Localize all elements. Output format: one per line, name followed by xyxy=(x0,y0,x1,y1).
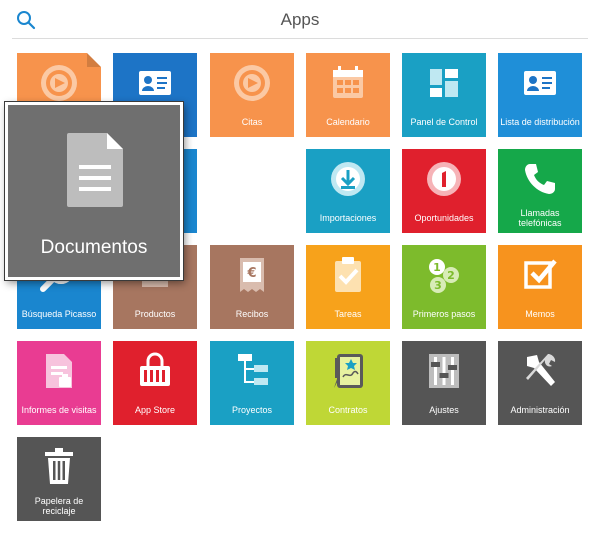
app-tile-label: Ajustes xyxy=(429,405,459,415)
checkbox-icon xyxy=(524,259,557,289)
clipboard-icon xyxy=(335,257,361,292)
app-tile-label: Citas xyxy=(241,117,263,127)
app-tile-memos[interactable]: Memos xyxy=(498,245,582,329)
app-tile-ajustes[interactable]: Ajustes xyxy=(402,341,486,425)
app-tile-label: Lista de distribución xyxy=(500,117,580,127)
app-tile-label: Informes de visitas xyxy=(21,405,97,415)
svg-text:2: 2 xyxy=(447,269,455,282)
app-tile-app-store[interactable]: App Store xyxy=(113,341,197,425)
svg-text:€: € xyxy=(246,266,256,281)
contact-card-icon xyxy=(139,71,171,95)
app-tile-label: App Store xyxy=(134,405,176,415)
app-tile-contratos[interactable]: Contratos xyxy=(306,341,390,425)
app-tile-papelera-de-reciclaje[interactable]: Papelera de reciclaje xyxy=(17,437,101,521)
app-tile-label: Memos xyxy=(525,309,555,319)
app-tile-recibos[interactable]: € Recibos xyxy=(210,245,294,329)
app-tile-label: Calendario xyxy=(326,117,370,127)
dashboard-icon xyxy=(430,69,458,97)
overlay-label: Documentos xyxy=(40,237,148,258)
report-icon xyxy=(46,354,72,388)
svg-text:3: 3 xyxy=(434,279,442,292)
app-tile-administracion[interactable]: Administración xyxy=(498,341,582,425)
hierarchy-icon xyxy=(238,354,268,385)
contact-card-icon xyxy=(524,71,556,95)
phone-icon xyxy=(525,164,555,194)
app-tile-documentos-hover[interactable]: Documentos xyxy=(5,102,183,280)
svg-text:1: 1 xyxy=(433,261,441,274)
app-tile-citas[interactable]: Citas xyxy=(210,53,294,137)
calendar-icon xyxy=(333,66,363,98)
app-tile-panel-de-control[interactable]: Panel de Control xyxy=(402,53,486,137)
page-fold xyxy=(87,53,101,67)
disc-icon xyxy=(234,65,270,101)
app-tile-importaciones[interactable]: Importaciones xyxy=(306,149,390,233)
disc-icon xyxy=(41,65,77,101)
app-tile-label: Recibos xyxy=(235,309,269,319)
sliders-icon xyxy=(429,354,459,388)
app-tile-label: Importaciones xyxy=(319,213,377,223)
app-tile-label: Administración xyxy=(510,405,570,415)
app-tile-primeros-pasos[interactable]: 1 2 3 Primeros pasos xyxy=(402,245,486,329)
store-icon xyxy=(140,352,170,386)
app-tile-label: Proyectos xyxy=(231,405,273,415)
app-tile-label: Papelera de reciclaje xyxy=(34,496,84,516)
receipt-icon: € xyxy=(240,258,264,292)
steps-icon: 123 xyxy=(429,259,459,293)
app-tile-label: Búsqueda Picasso xyxy=(21,309,97,319)
app-tile-proyectos[interactable]: Proyectos xyxy=(210,341,294,425)
app-tile-label: Llamadas telefónicas xyxy=(518,208,562,228)
app-tile-llamadas-telefonicas[interactable]: Llamadas telefónicas xyxy=(498,149,582,233)
document-icon xyxy=(67,133,123,207)
app-tile-tareas[interactable]: Tareas xyxy=(306,245,390,329)
app-tile-label: Primeros pasos xyxy=(412,309,476,319)
app-tile-calendario[interactable]: Calendario xyxy=(306,53,390,137)
app-tile-label: Panel de Control xyxy=(410,117,478,127)
tools-icon xyxy=(526,354,556,386)
download-icon xyxy=(331,162,365,196)
app-tile-oportunidades[interactable]: Oportunidades xyxy=(402,149,486,233)
app-tile-lista-de-distribucion[interactable]: Lista de distribución xyxy=(498,53,582,137)
app-tile-label: Tareas xyxy=(334,309,362,319)
app-tile-label: Contratos xyxy=(328,405,368,415)
contract-icon xyxy=(334,354,363,388)
badge-icon xyxy=(427,162,461,196)
app-tile-informes-de-visitas[interactable]: Informes de visitas xyxy=(17,341,101,425)
app-tile-label: Oportunidades xyxy=(414,213,474,223)
trash-icon xyxy=(45,448,73,484)
app-tile-label: Productos xyxy=(134,309,176,319)
